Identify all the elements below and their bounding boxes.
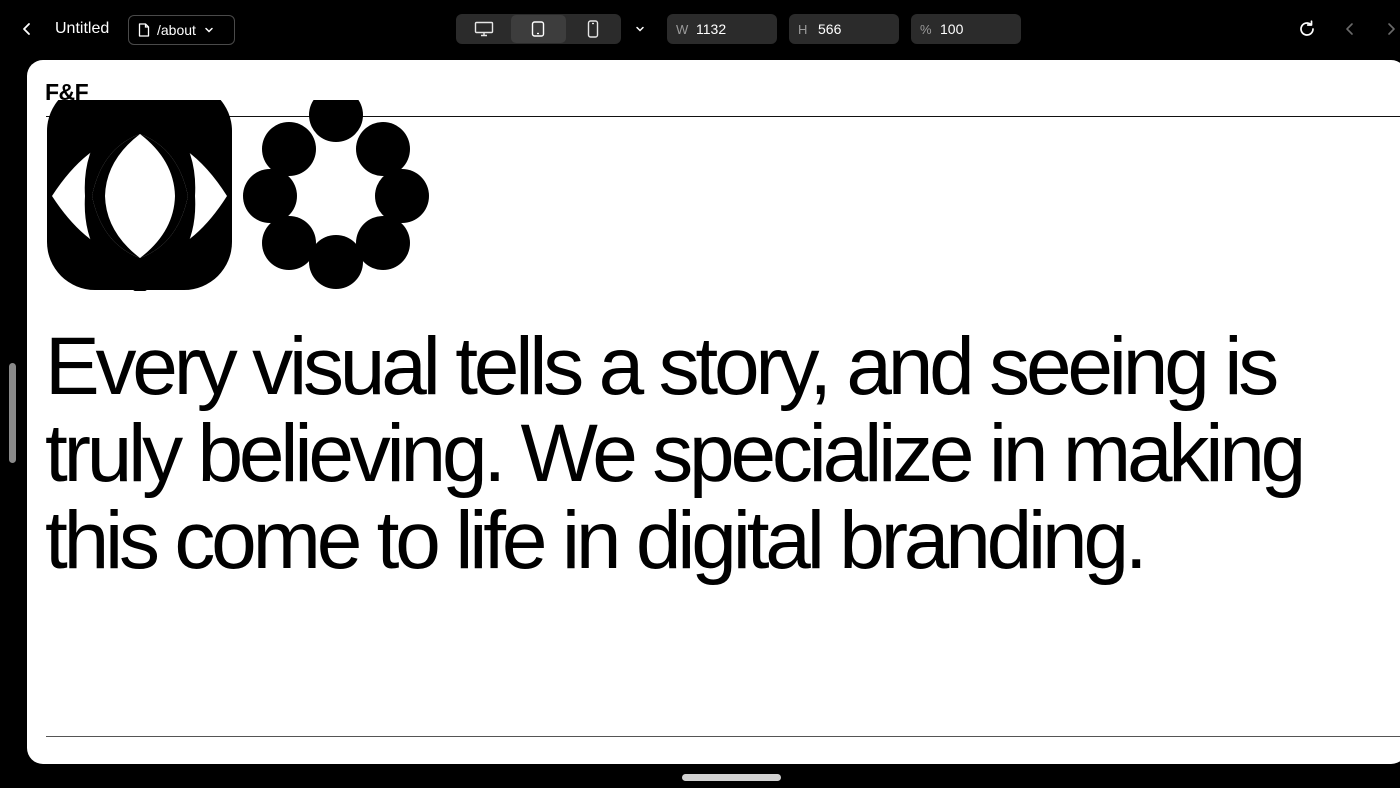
chevron-down-icon bbox=[636, 26, 644, 32]
eye-shape-graphic bbox=[47, 100, 232, 291]
side-scroll-handle[interactable] bbox=[9, 363, 16, 463]
footer-divider bbox=[46, 736, 1400, 737]
width-field: W bbox=[667, 14, 777, 44]
ring-of-dots-graphic bbox=[243, 100, 429, 289]
device-switcher bbox=[456, 14, 621, 44]
height-field: H bbox=[789, 14, 899, 44]
zoom-input[interactable] bbox=[940, 21, 1010, 37]
reload-button[interactable] bbox=[1296, 18, 1318, 40]
history-back-button[interactable] bbox=[1340, 19, 1360, 39]
device-tablet-button[interactable] bbox=[511, 15, 566, 43]
device-phone-button[interactable] bbox=[566, 15, 620, 43]
page-path: /about bbox=[157, 22, 196, 38]
preview-canvas: F&F Every visual tells a story, and seei… bbox=[27, 60, 1400, 764]
page-icon bbox=[138, 23, 150, 37]
arrow-left-icon bbox=[1346, 23, 1353, 35]
height-label: H bbox=[798, 21, 808, 37]
top-toolbar: Untitled /about W H % bbox=[0, 0, 1400, 60]
tablet-icon bbox=[532, 21, 545, 37]
reload-icon bbox=[1300, 20, 1314, 36]
device-desktop-button[interactable] bbox=[457, 15, 511, 43]
project-title: Untitled bbox=[55, 20, 110, 37]
hero-headline: Every visual tells a story, and seeing i… bbox=[45, 321, 1306, 586]
chevron-down-icon bbox=[204, 25, 214, 35]
phone-icon bbox=[587, 20, 599, 38]
desktop-icon bbox=[474, 21, 494, 37]
device-menu-button[interactable] bbox=[631, 20, 649, 38]
back-button[interactable] bbox=[14, 16, 40, 42]
height-input[interactable] bbox=[818, 21, 888, 37]
arrow-right-icon bbox=[1388, 23, 1395, 35]
width-input[interactable] bbox=[696, 21, 766, 37]
page-selector[interactable]: /about bbox=[128, 15, 235, 45]
zoom-field: % bbox=[911, 14, 1021, 44]
history-forward-button[interactable] bbox=[1381, 19, 1400, 39]
zoom-label: % bbox=[920, 21, 932, 37]
width-label: W bbox=[676, 21, 689, 37]
home-indicator[interactable] bbox=[682, 774, 781, 781]
back-icon bbox=[23, 23, 30, 35]
